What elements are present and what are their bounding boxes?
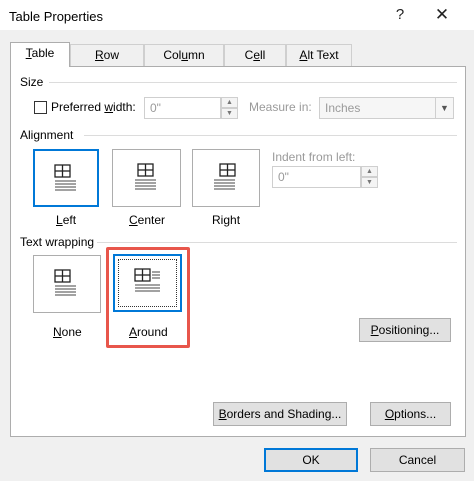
wrap-around-option[interactable] — [113, 254, 182, 312]
measure-in-label: Measure in: — [249, 100, 312, 114]
help-button[interactable]: ? — [385, 2, 415, 28]
align-left-label: Left — [56, 213, 77, 227]
size-section-label: Size — [20, 75, 44, 89]
title-bar: Table Properties ? ✕ — [0, 0, 474, 30]
close-icon: ✕ — [434, 5, 450, 24]
tab-alt-text[interactable]: Alt Text — [286, 44, 352, 66]
spin-down-icon[interactable]: ▼ — [361, 177, 378, 188]
alignment-divider — [84, 135, 457, 136]
indent-spinner[interactable]: ▲ ▼ — [361, 166, 378, 188]
alignment-section-label: Alignment — [20, 128, 74, 142]
align-center-label: Center — [129, 213, 166, 227]
preferred-width-spinner[interactable]: ▲ ▼ — [221, 97, 238, 119]
align-center-option[interactable] — [112, 149, 181, 207]
align-right-icon — [214, 163, 236, 190]
tab-table[interactable]: Table — [10, 42, 70, 67]
preferred-width-checkbox[interactable] — [34, 101, 47, 114]
wrap-around-icon — [134, 268, 160, 292]
wrap-none-label: None — [53, 325, 82, 339]
ok-button[interactable]: OK — [264, 448, 358, 472]
cancel-button[interactable]: Cancel — [370, 448, 465, 472]
table-properties-dialog: Table Properties ? ✕ Table Row Column Ce… — [0, 0, 474, 481]
indent-from-left-input[interactable]: 0" — [272, 166, 361, 188]
tab-column[interactable]: Column — [144, 44, 224, 66]
align-right-option[interactable] — [192, 149, 260, 207]
wrap-none-icon — [54, 269, 76, 296]
indent-from-left-label: Indent from left: — [272, 150, 356, 164]
tab-row[interactable]: Row — [70, 44, 144, 66]
spin-down-icon[interactable]: ▼ — [221, 108, 238, 119]
align-left-icon — [54, 164, 76, 191]
chevron-down-icon[interactable]: ▼ — [435, 98, 453, 118]
text-wrapping-section-label: Text wrapping — [20, 235, 95, 249]
options-button[interactable]: Options... — [370, 402, 451, 426]
spin-up-icon[interactable]: ▲ — [221, 97, 238, 108]
spin-up-icon[interactable]: ▲ — [361, 166, 378, 177]
wrap-none-option[interactable] — [33, 255, 101, 313]
borders-and-shading-button[interactable]: Borders and Shading... — [213, 402, 347, 426]
wrap-around-label: Around — [129, 325, 168, 339]
table-tab-panel: Size Preferred width: 0" ▲ ▼ Measure in:… — [10, 66, 466, 437]
tab-strip: Table Row Column Cell Alt Text — [10, 42, 466, 67]
positioning-button[interactable]: Positioning... — [359, 318, 451, 342]
preferred-width-label: Preferred width: — [51, 100, 136, 114]
measure-in-value: Inches — [325, 101, 361, 115]
text-wrapping-divider — [97, 242, 457, 243]
measure-in-select[interactable]: Inches ▼ — [319, 97, 454, 119]
align-left-option[interactable] — [33, 149, 99, 207]
dialog-title: Table Properties — [9, 9, 103, 24]
preferred-width-input[interactable]: 0" — [144, 97, 221, 119]
size-divider — [49, 82, 457, 83]
align-right-label: Right — [212, 213, 241, 227]
align-center-icon — [135, 163, 156, 190]
close-button[interactable]: ✕ — [427, 2, 457, 28]
tab-cell[interactable]: Cell — [224, 44, 286, 66]
